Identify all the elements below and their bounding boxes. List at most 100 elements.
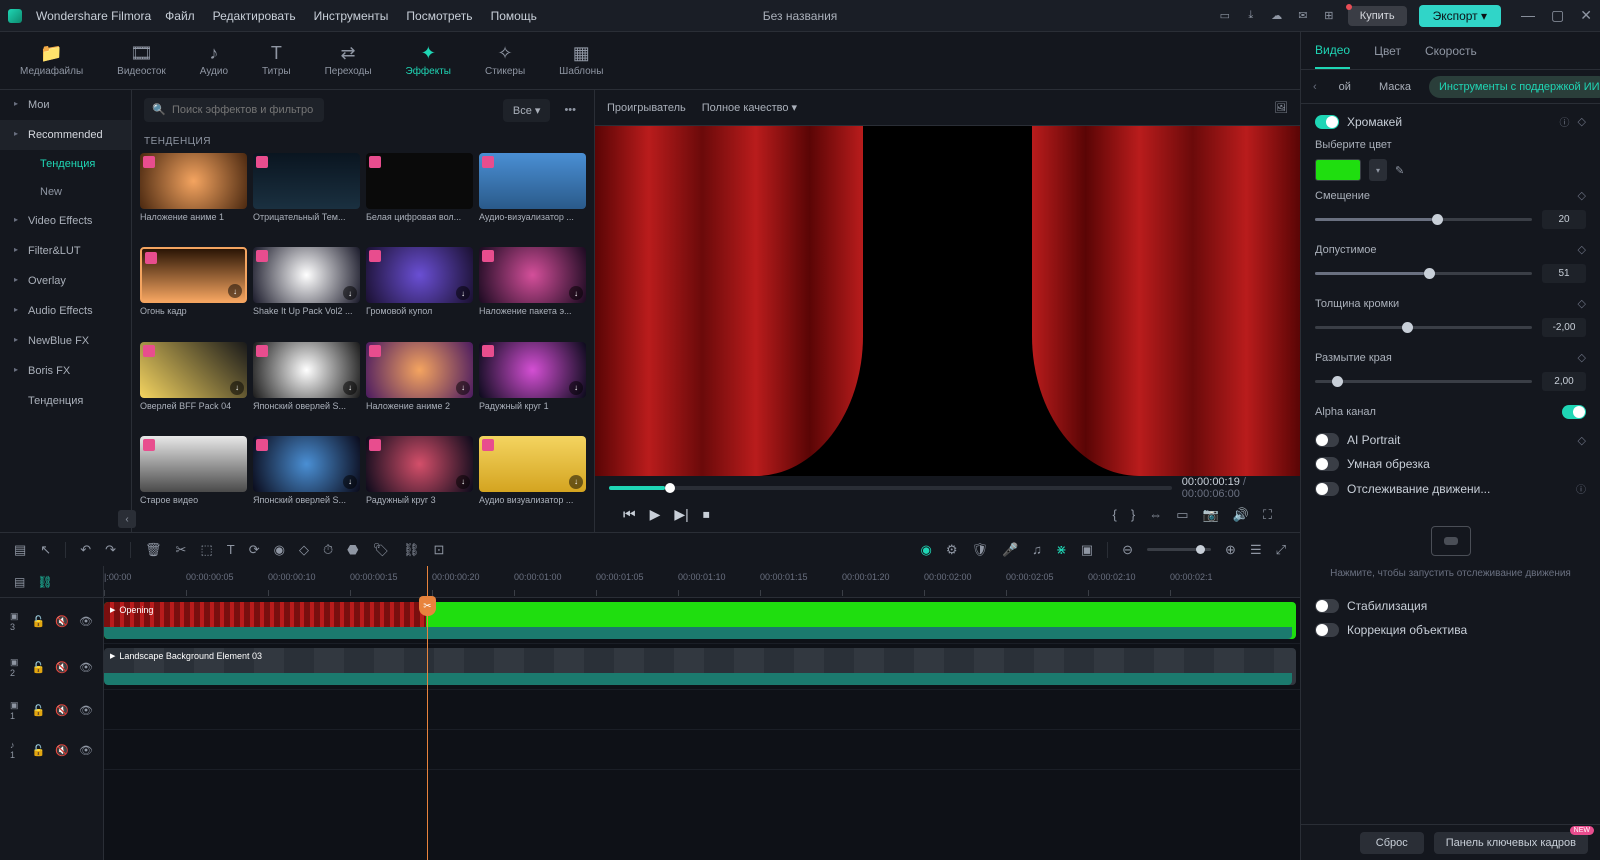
edge-feather-slider[interactable] (1315, 380, 1532, 383)
timeline-body[interactable]: |:00:0000:00:00:0500:00:00:1000:00:00:15… (104, 566, 1300, 860)
timer-icon[interactable]: ⏱ (323, 542, 333, 558)
tab-видеосток[interactable]: 🎞Видеосток (117, 44, 166, 77)
download-icon[interactable]: ↓ (456, 286, 470, 300)
offset-value[interactable]: 20 (1542, 210, 1586, 229)
keyframe-icon[interactable]: ◇ (1578, 243, 1586, 256)
edge-thickness-slider[interactable] (1315, 326, 1532, 329)
buy-button[interactable]: Купить (1348, 6, 1407, 26)
message-icon[interactable]: ✉ (1296, 9, 1310, 23)
tab-аудио[interactable]: ♪Аудио (200, 44, 228, 77)
fullscreen-icon[interactable]: ⛶ (1263, 507, 1272, 523)
redo-icon[interactable]: ↷ (105, 542, 116, 558)
sidebar-item[interactable]: Filter&LUT (0, 236, 131, 266)
lock-icon[interactable]: 🔓 (32, 704, 46, 717)
tab-медиафайлы[interactable]: 📁Медиафайлы (20, 44, 83, 77)
filter-dropdown[interactable]: Все ▾ (503, 99, 551, 122)
effect-item[interactable]: ↓Наложение пакета э... (479, 247, 586, 335)
chromakey-toggle[interactable] (1315, 115, 1339, 129)
menu-help[interactable]: Помощь (491, 9, 537, 23)
keyframe-icon[interactable]: ◇ (1578, 115, 1586, 128)
marker-icon[interactable]: ⬣ (347, 542, 358, 558)
tab-speed[interactable]: Скорость (1425, 34, 1477, 68)
color-swatch[interactable] (1315, 159, 1361, 181)
color-dropdown[interactable]: ▾ (1369, 159, 1387, 181)
bracket-in-icon[interactable]: { (1113, 507, 1117, 522)
info-icon[interactable]: ⓘ (1560, 114, 1570, 129)
download-icon[interactable]: ↓ (569, 286, 583, 300)
download-icon[interactable]: ↓ (343, 381, 357, 395)
text-icon[interactable]: T (227, 542, 235, 557)
tolerance-slider[interactable] (1315, 272, 1532, 275)
motion-tracking-toggle[interactable] (1315, 482, 1339, 496)
tab-color[interactable]: Цвет (1374, 34, 1401, 68)
download-icon[interactable]: ↓ (230, 381, 244, 395)
sidebar-item[interactable]: Recommended (0, 120, 131, 150)
tab-титры[interactable]: TТитры (262, 44, 291, 77)
grid-icon[interactable]: ⊞ (1322, 9, 1336, 23)
menu-tools[interactable]: Инструменты (314, 9, 389, 23)
next-frame-icon[interactable]: ▶| (674, 506, 688, 523)
tab-переходы[interactable]: ⇄Переходы (325, 44, 372, 77)
visibility-icon[interactable]: 👁 (79, 744, 93, 757)
export-button[interactable]: Экспорт ▾ (1419, 5, 1501, 27)
effect-item[interactable]: Аудио-визуализатор ... (479, 153, 586, 241)
maximize-icon[interactable]: ▢ (1551, 7, 1564, 24)
stop-icon[interactable]: ⏹ (703, 506, 710, 523)
track[interactable]: Opening (104, 598, 1300, 644)
download-icon[interactable]: ⤓ (1244, 9, 1258, 23)
menu-file[interactable]: Файл (165, 9, 195, 23)
tab-стикеры[interactable]: ✧Стикеры (485, 44, 525, 77)
visibility-icon[interactable]: 👁 (79, 661, 93, 674)
prev-frame-icon[interactable]: ⏮ (623, 506, 636, 523)
download-icon[interactable]: ↓ (569, 475, 583, 489)
tab-шаблоны[interactable]: ▦Шаблоны (559, 44, 603, 77)
delete-icon[interactable]: 🗑 (145, 542, 162, 558)
subtabs-prev-icon[interactable]: ‹ (1309, 81, 1321, 93)
ai-portrait-toggle[interactable] (1315, 433, 1339, 447)
download-icon[interactable]: ↓ (343, 475, 357, 489)
crop-icon[interactable]: ⬚ (200, 542, 212, 558)
sidebar-subitem[interactable]: New (0, 178, 131, 206)
ai-icon[interactable]: ◉ (920, 542, 931, 558)
track[interactable] (104, 730, 1300, 770)
info-icon[interactable]: ⓘ (1576, 481, 1586, 496)
clip[interactable]: Landscape Background Element 03 (104, 648, 1296, 685)
effect-item[interactable]: ↓Огонь кадр (140, 247, 247, 335)
tab-video[interactable]: Видео (1315, 33, 1350, 69)
camera-icon[interactable]: 📷 (1203, 507, 1219, 523)
download-icon[interactable]: ↓ (569, 381, 583, 395)
shield-icon[interactable]: 🛡 (971, 542, 988, 558)
effect-item[interactable]: ↓Наложение аниме 2 (366, 342, 473, 430)
speed-icon[interactable]: ⟳ (249, 542, 260, 558)
sidebar-item[interactable]: NewBlue FX (0, 326, 131, 356)
group-icon[interactable]: ⊡ (433, 542, 444, 558)
reset-button[interactable]: Сброс (1360, 832, 1424, 854)
clip[interactable]: Opening (104, 602, 1296, 639)
expand-icon[interactable]: ⤢ (1276, 542, 1286, 558)
subtab-mask[interactable]: Маска (1369, 76, 1421, 98)
bracket-out-icon[interactable]: } (1131, 507, 1135, 522)
cut-icon[interactable]: ✂ (176, 542, 187, 558)
snapshot-icon[interactable]: 🖼 (1274, 101, 1288, 114)
play-icon[interactable]: ▶ (650, 506, 661, 523)
download-icon[interactable]: ↓ (456, 381, 470, 395)
alpha-toggle[interactable] (1562, 405, 1586, 419)
menu-edit[interactable]: Редактировать (213, 9, 296, 23)
progress-bar[interactable] (609, 486, 1172, 490)
sidebar-item[interactable]: Мои (0, 90, 131, 120)
track-link-icon[interactable]: ⛓ (37, 575, 52, 589)
link-icon[interactable]: ⛓ (403, 542, 420, 558)
list-icon[interactable]: ☰ (1250, 542, 1262, 558)
keyframe-icon[interactable]: ◇ (1578, 297, 1586, 310)
download-icon[interactable]: ↓ (228, 284, 242, 298)
playhead[interactable]: ✂ (427, 566, 428, 860)
color-icon[interactable]: ◉ (274, 542, 285, 558)
edge-feather-value[interactable]: 2,00 (1542, 372, 1586, 391)
render-icon[interactable]: ▣ (1081, 542, 1093, 558)
effect-item[interactable]: ↓Японский оверлей S... (253, 436, 360, 524)
keyframe-icon[interactable]: ◇ (1578, 351, 1586, 364)
edge-thickness-value[interactable]: -2,00 (1542, 318, 1586, 337)
download-icon[interactable]: ↓ (343, 286, 357, 300)
preview-canvas[interactable] (595, 126, 1300, 476)
motion-tracking-area[interactable]: Нажмите, чтобы запустить отслеживание дв… (1315, 506, 1586, 599)
